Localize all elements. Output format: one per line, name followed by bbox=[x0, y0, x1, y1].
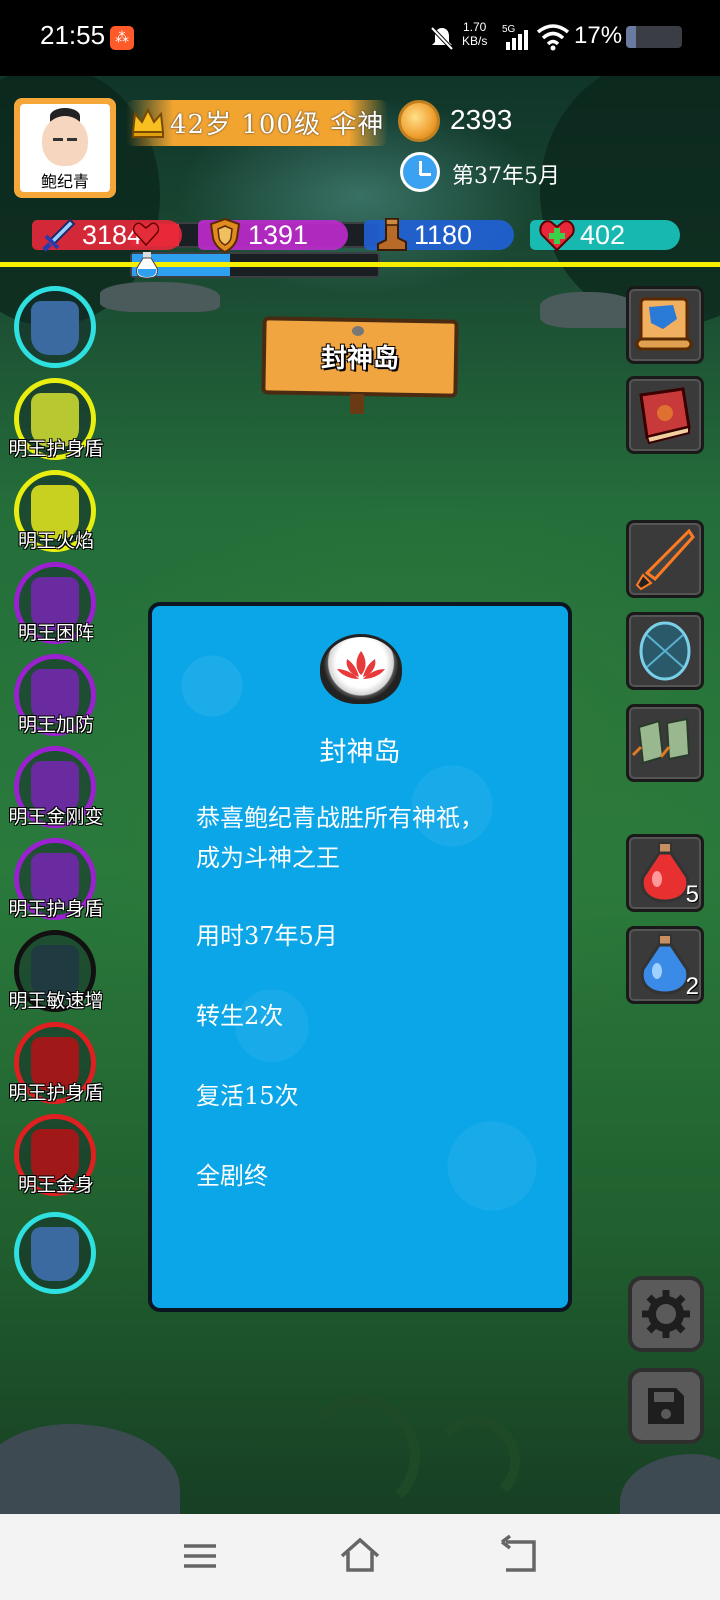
book-icon bbox=[639, 387, 691, 445]
armor-icon bbox=[639, 621, 691, 681]
boots-slot[interactable] bbox=[626, 704, 704, 782]
shield-icon bbox=[209, 217, 241, 254]
settings-button[interactable] bbox=[628, 1276, 704, 1352]
crown-icon bbox=[131, 107, 165, 138]
player-name: 鲍纪青 bbox=[40, 172, 89, 191]
network-speed: 1.70 KB/s bbox=[462, 20, 488, 48]
buff-label: 明王困阵 bbox=[17, 622, 94, 644]
system-nav-bar bbox=[0, 1514, 720, 1600]
wifi-icon bbox=[536, 24, 570, 51]
player-avatar[interactable]: 鲍纪青 bbox=[14, 98, 116, 198]
svg-text:5G: 5G bbox=[502, 24, 516, 35]
menu-icon[interactable] bbox=[178, 1534, 222, 1578]
weapon-icon bbox=[635, 528, 695, 591]
spell-book-button[interactable] bbox=[626, 376, 704, 454]
blue-potion-slot[interactable]: 2 bbox=[626, 926, 704, 1004]
heart-plus-icon bbox=[539, 220, 575, 252]
buff-label: 明王金刚变 bbox=[8, 806, 104, 828]
blue-potion-count: 2 bbox=[685, 973, 699, 1000]
map-scroll-icon bbox=[635, 297, 693, 351]
boots-icon bbox=[631, 717, 691, 765]
weapon-slot[interactable] bbox=[626, 520, 704, 598]
armor-slot[interactable] bbox=[626, 612, 704, 690]
ending-dialog: 封神岛 恭喜鲍纪青战胜所有神祇， 成为斗神之王 用时37年5月 转生2次 复活1… bbox=[148, 602, 572, 1312]
sign-post bbox=[350, 394, 364, 414]
mask-shield-icon bbox=[31, 1227, 79, 1281]
dialog-rebirths: 转生2次 bbox=[196, 1002, 284, 1030]
lotus-icon bbox=[320, 634, 402, 704]
buff-label: 明王金身 bbox=[17, 1174, 94, 1196]
speed-value: 1180 bbox=[414, 220, 473, 250]
back-icon[interactable] bbox=[498, 1534, 542, 1578]
red-potion-count: 5 bbox=[685, 881, 699, 908]
status-bar: 21:55 ⁂ 1.70 KB/s 5G 17% bbox=[0, 0, 720, 76]
mana-potion-icon bbox=[136, 252, 158, 279]
gold-amount: 2393 bbox=[450, 104, 513, 135]
save-button[interactable] bbox=[628, 1368, 704, 1444]
dialog-message-line2: 成为斗神之王 bbox=[196, 844, 340, 872]
game-date: 第37年5月 bbox=[452, 164, 560, 189]
dialog-ending: 全剧终 bbox=[196, 1162, 268, 1190]
buff-icon[interactable] bbox=[14, 1212, 96, 1294]
boot-icon bbox=[377, 218, 407, 251]
buff-label: 明王敏速增 bbox=[8, 990, 104, 1012]
battery-fill bbox=[626, 26, 636, 48]
mask-shield-icon bbox=[31, 301, 79, 355]
floppy-save-icon bbox=[648, 1388, 684, 1424]
app-notification-icon: ⁂ bbox=[110, 26, 134, 50]
buff-label: 明王护身盾 bbox=[8, 438, 104, 460]
rock-decor bbox=[540, 292, 640, 328]
defense-value: 1391 bbox=[248, 220, 309, 250]
heart-icon bbox=[132, 222, 160, 247]
dialog-message-line1: 恭喜鲍纪青战胜所有神祇， bbox=[196, 804, 484, 832]
buff-label: 明王加防 bbox=[17, 714, 94, 736]
vine-decor bbox=[430, 1416, 520, 1506]
defense-stat: 1391 bbox=[198, 214, 348, 258]
buff-label: 明王护身盾 bbox=[8, 898, 104, 920]
buff-label: 明王护身盾 bbox=[8, 1082, 104, 1104]
rock-decor bbox=[620, 1454, 720, 1514]
rock-decor bbox=[100, 282, 220, 312]
clock-icon bbox=[400, 152, 440, 192]
battery-percent: 17% bbox=[574, 22, 623, 49]
speed-stat: 1180 bbox=[364, 214, 514, 258]
buff-label: 明王火焰 bbox=[17, 530, 94, 552]
vine-decor bbox=[300, 1396, 420, 1514]
dialog-title: 封神岛 bbox=[319, 737, 401, 768]
signal-5g-icon: 5G bbox=[502, 24, 528, 50]
mute-bell-icon bbox=[430, 26, 454, 51]
hp-value: 402 bbox=[580, 220, 626, 250]
clock-time: 21:55 bbox=[40, 20, 106, 50]
hp-stat: 402 bbox=[530, 214, 680, 258]
gear-icon bbox=[642, 1290, 690, 1338]
rock-decor bbox=[0, 1424, 180, 1514]
player-level: 42岁 100级 伞神 bbox=[170, 110, 385, 140]
gold-coin-icon bbox=[398, 100, 440, 142]
red-potion-slot[interactable]: 5 bbox=[626, 834, 704, 912]
battery-icon bbox=[626, 26, 682, 48]
dialog-revives: 复活15次 bbox=[196, 1082, 299, 1110]
map-scroll-button[interactable] bbox=[626, 286, 704, 364]
home-icon[interactable] bbox=[338, 1534, 382, 1578]
dialog-time-used: 用时37年5月 bbox=[196, 922, 338, 950]
game-scene: 鲍纪青 42岁 100级 伞神 2393 第37年5月 3184 1391 11… bbox=[0, 76, 720, 1514]
hud-divider bbox=[0, 262, 720, 267]
sign-nail bbox=[352, 326, 364, 336]
buff-icon[interactable] bbox=[14, 286, 96, 368]
sword-icon bbox=[42, 218, 76, 252]
location-name: 封神岛 bbox=[320, 344, 399, 374]
